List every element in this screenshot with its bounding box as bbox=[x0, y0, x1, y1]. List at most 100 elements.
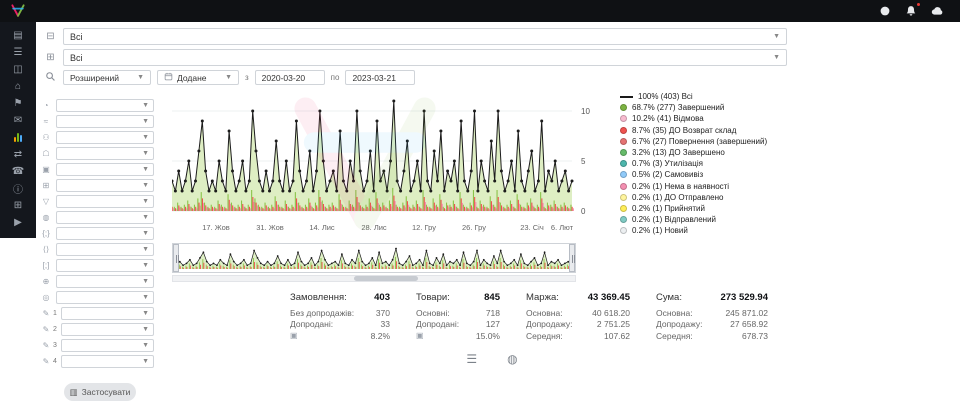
apply-button-label: Застосувати bbox=[82, 387, 131, 397]
cloud-icon[interactable] bbox=[930, 4, 944, 18]
legend-item[interactable]: 6.7% (27) Повернення (завершений) bbox=[620, 136, 767, 147]
filter-select-9[interactable]: ▼ bbox=[56, 227, 154, 240]
brush-handle-left[interactable] bbox=[173, 244, 179, 272]
theme-toggle-icon[interactable] bbox=[878, 4, 892, 18]
chevron-down-icon: ▼ bbox=[142, 118, 149, 125]
funnel-icon: ▽ bbox=[40, 197, 52, 206]
svg-text:26. Гру: 26. Гру bbox=[462, 223, 486, 232]
stat-total-value: 403 bbox=[374, 292, 390, 303]
sidebar-item-customers[interactable]: ◫ bbox=[5, 61, 31, 77]
filter-select-13[interactable]: ▼ bbox=[56, 291, 154, 304]
sidebar-item-analytics[interactable] bbox=[5, 129, 31, 145]
legend-item[interactable]: 0.7% (3) Утилізація bbox=[620, 158, 767, 169]
sidebar-item-products[interactable]: ⊞ bbox=[5, 197, 31, 213]
filter-select-6[interactable]: ▼ bbox=[56, 179, 154, 192]
legend-item[interactable]: 68.7% (277) Завершений bbox=[620, 102, 767, 113]
custom-filter-row: ✎1▼ bbox=[40, 307, 154, 320]
custom-filter-select-2[interactable]: ▼ bbox=[61, 323, 154, 336]
custom-filter-select-4[interactable]: ▼ bbox=[61, 355, 154, 368]
legend-item[interactable]: 0.2% (1) Новий bbox=[620, 225, 767, 236]
sidebar-item-video[interactable]: ▶ bbox=[5, 214, 31, 230]
customers-icon: ◫ bbox=[13, 64, 22, 75]
filter-row-2: ⊞ Всі ▼ bbox=[44, 49, 950, 66]
stat-row-label: Без допродажів: bbox=[290, 308, 354, 318]
chart-navigator[interactable] bbox=[172, 243, 576, 273]
bell-icon[interactable] bbox=[904, 4, 918, 18]
chart-section: 051017. Жов31. Жов14. Лис28. Лис12. Гру2… bbox=[160, 87, 960, 416]
filter-select-4[interactable]: ▼ bbox=[56, 147, 154, 160]
sidebar-item-orders[interactable]: ☰ bbox=[5, 44, 31, 60]
stat-column-header: Замовлення:403 bbox=[290, 292, 390, 303]
chevron-down-icon: ▼ bbox=[142, 166, 149, 173]
legend-item[interactable]: 8.7% (35) ДО Возврат склад bbox=[620, 125, 767, 136]
sidebar-item-tags[interactable]: ⚑ bbox=[5, 95, 31, 111]
filter-select-1[interactable]: ▼ bbox=[56, 99, 154, 112]
filter-select-11[interactable]: ▼ bbox=[56, 259, 154, 272]
home-icon: ⌂ bbox=[15, 81, 21, 92]
filter-select-8[interactable]: ▼ bbox=[56, 211, 154, 224]
sidebar-item-mail[interactable]: ✉ bbox=[5, 112, 31, 128]
legend-item[interactable]: 0.2% (1) ДО Отправлено bbox=[620, 192, 767, 203]
legend-item[interactable]: 0.2% (1) Прийнятий bbox=[620, 203, 767, 214]
main-chart[interactable]: 051017. Жов31. Жов14. Лис28. Лис12. Гру2… bbox=[172, 89, 612, 237]
app: ▤☰◫⌂⚑✉⇄☎ⓘ⊞▶ ⊟ Всі ▼ ⊞ Всі ▼ bbox=[0, 0, 960, 416]
topbar-right bbox=[878, 4, 960, 18]
nav-column: ▤☰ ◫ ⌂ ⚑✉ ⇄ ☎ ⓘ⊞▶ bbox=[0, 22, 36, 416]
stat-label-text: Допродані: bbox=[416, 319, 459, 329]
stat-label-text: Основні: bbox=[416, 308, 450, 318]
stat-row-label: Основна: bbox=[656, 308, 693, 318]
stat-row-label: ▣ bbox=[290, 331, 298, 340]
stat-row-value: 127 bbox=[486, 319, 500, 329]
chevron-down-icon: ▼ bbox=[142, 262, 149, 269]
date-field-select[interactable]: Додане ▼ bbox=[157, 70, 239, 85]
custom-filter-number: 4 bbox=[53, 358, 57, 365]
scrollbar-thumb[interactable] bbox=[354, 276, 418, 281]
sidebar-item-info[interactable]: ⓘ bbox=[5, 180, 31, 196]
map-view-icon[interactable]: ◍ bbox=[507, 352, 517, 366]
svg-text:23. Січ: 23. Січ bbox=[520, 223, 544, 232]
apply-button[interactable]: ▥Застосувати bbox=[64, 383, 136, 401]
sidebar-item-calls[interactable]: ☎ bbox=[5, 163, 31, 179]
custom-filter-number: 2 bbox=[53, 326, 57, 333]
chevron-down-icon: ▼ bbox=[142, 182, 149, 189]
filter-panel-row: ⚇▼ bbox=[40, 131, 154, 144]
search-icon[interactable] bbox=[44, 71, 57, 85]
legend-item[interactable]: 3.2% (13) ДО Завершено bbox=[620, 147, 767, 158]
filter-select-3[interactable]: ▼ bbox=[56, 131, 154, 144]
date-from-input[interactable]: 2020-03-20 bbox=[255, 70, 325, 85]
date-from-label: з bbox=[245, 73, 249, 82]
legend-item[interactable]: 10.2% (41) Відмова bbox=[620, 113, 767, 124]
legend-item[interactable]: 0.2% (1) Відправлений bbox=[620, 214, 767, 225]
stat-row-value: 40 618.20 bbox=[592, 308, 630, 318]
sidebar-item-integrations[interactable]: ⇄ bbox=[5, 146, 31, 162]
legend-item[interactable]: 100% (403) Всі bbox=[620, 91, 767, 102]
sources-select[interactable]: Всі ▼ bbox=[63, 49, 787, 66]
custom-filter-select-3[interactable]: ▼ bbox=[61, 339, 154, 352]
filter-select-5[interactable]: ▼ bbox=[56, 163, 154, 176]
legend-item[interactable]: 0.5% (2) Самовивіз bbox=[620, 169, 767, 180]
table-view-icon[interactable]: ☰ bbox=[466, 352, 477, 366]
legend-label: 68.7% (277) Завершений bbox=[632, 103, 724, 112]
date-to-input[interactable]: 2023-03-21 bbox=[345, 70, 415, 85]
chevron-down-icon: ▼ bbox=[773, 33, 780, 40]
app-logo-icon[interactable] bbox=[0, 0, 36, 22]
brush-handle-right[interactable] bbox=[569, 244, 575, 272]
mode-select[interactable]: Розширений ▼ bbox=[63, 70, 151, 85]
stat-title: Товари: bbox=[416, 292, 450, 303]
chart-scrollbar[interactable] bbox=[172, 275, 576, 282]
sidebar-item-dashboard[interactable]: ▤ bbox=[5, 27, 31, 43]
stat-row: Основна:245 871.02 bbox=[656, 307, 768, 319]
filter-select-2[interactable]: ▼ bbox=[56, 115, 154, 128]
sidebar-item-home[interactable]: ⌂ bbox=[5, 78, 31, 94]
statuses-select[interactable]: Всі ▼ bbox=[63, 28, 787, 45]
custom-filter-select-1[interactable]: ▼ bbox=[61, 307, 154, 320]
legend-label: 10.2% (41) Відмова bbox=[632, 114, 704, 123]
filter-select-10[interactable]: ▼ bbox=[56, 243, 154, 256]
phone-icon: ☎ bbox=[12, 166, 24, 177]
chevron-down-icon: ▼ bbox=[142, 150, 149, 157]
status-icon: ◔ bbox=[40, 101, 52, 110]
filter-select-7[interactable]: ▼ bbox=[56, 195, 154, 208]
legend-item[interactable]: 0.2% (1) Нема в наявності bbox=[620, 181, 767, 192]
filter-select-12[interactable]: ▼ bbox=[56, 275, 154, 288]
filter-panel-row: ⊞▼ bbox=[40, 179, 154, 192]
